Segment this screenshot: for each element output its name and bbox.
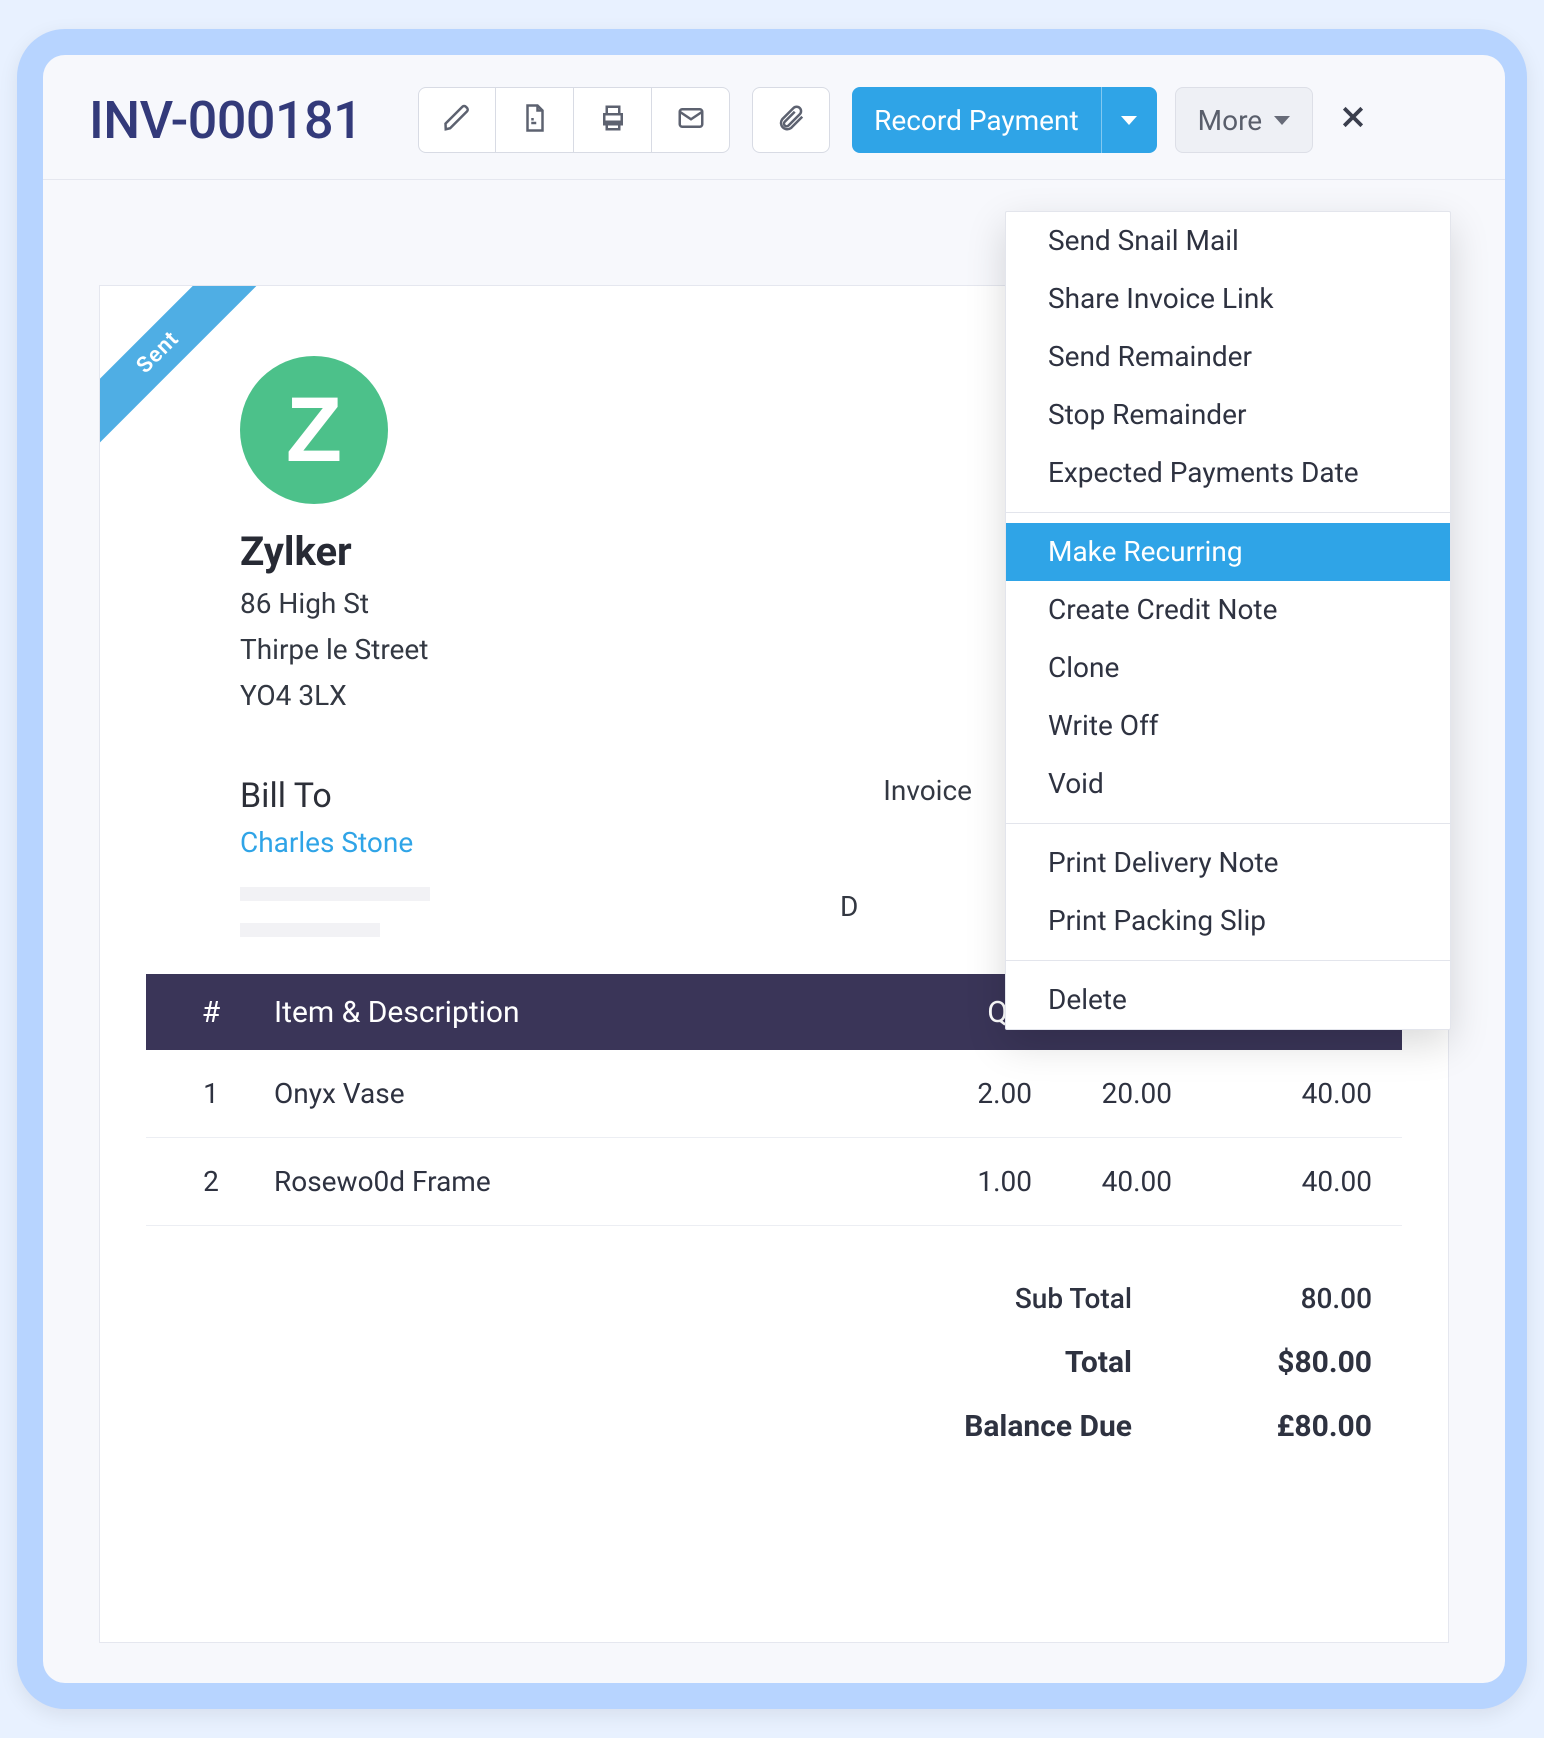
dropdown-item[interactable]: Create Credit Note [1006,581,1450,639]
dropdown-item[interactable]: Write Off [1006,697,1450,755]
dropdown-item[interactable]: Send Snail Mail [1006,212,1450,270]
dropdown-item[interactable]: Void [1006,755,1450,813]
cell-qty: 1.00 [912,1165,1032,1198]
company-block: Zylker 86 High St Thirpe le Street YO4 3… [240,528,428,719]
invoice-label: Invoice [883,774,972,807]
app-frame: INV-000181 [17,29,1527,1709]
close-icon [1338,99,1368,141]
dropdown-item[interactable]: Share Invoice Link [1006,270,1450,328]
dropdown-item[interactable]: Clone [1006,639,1450,697]
dropdown-item[interactable]: Delete [1006,971,1450,1029]
dropdown-item[interactable]: Expected Payments Date [1006,444,1450,502]
print-button[interactable] [574,87,652,153]
company-name: Zylker [240,528,428,575]
more-button[interactable]: More [1175,87,1314,153]
dropdown-separator [1006,512,1450,513]
company-addr3: YO4 3LX [240,673,428,719]
th-item: Item & Description [246,995,912,1030]
record-payment-label: Record Payment [852,87,1101,153]
line-items-table: # Item & Description Qty Rate Amount 1On… [146,974,1402,1458]
printer-icon [598,103,628,137]
cell-amount: 40.00 [1172,1165,1372,1198]
toolbar-edit-group [418,87,730,153]
invoice-title: INV-000181 [89,90,362,151]
pdf-button[interactable] [496,87,574,153]
close-button[interactable] [1333,100,1373,140]
placeholder-line [240,887,430,901]
balance-due-label: Balance Due [892,1409,1132,1444]
cell-num: 2 [176,1165,246,1198]
cell-qty: 2.00 [912,1077,1032,1110]
total-value: $80.00 [1202,1345,1372,1380]
th-number: # [176,995,246,1030]
dropdown-item[interactable]: Send Remainder [1006,328,1450,386]
dropdown-item[interactable]: Print Delivery Note [1006,834,1450,892]
table-row: 1Onyx Vase2.0020.0040.00 [146,1050,1402,1138]
cell-amount: 40.00 [1172,1077,1372,1110]
bill-to-name[interactable]: Charles Stone [240,826,430,859]
subtotal-label: Sub Total [892,1282,1132,1315]
cell-item: Rosewo0d Frame [246,1165,912,1198]
dropdown-item[interactable]: Make Recurring [1006,523,1450,581]
status-ribbon: Sent [100,286,259,453]
company-addr2: Thirpe le Street [240,627,428,673]
cell-num: 1 [176,1077,246,1110]
dropdown-item[interactable]: Print Packing Slip [1006,892,1450,950]
pdf-icon [520,103,550,137]
cell-item: Onyx Vase [246,1077,912,1110]
table-row: 2Rosewo0d Frame1.0040.0040.00 [146,1138,1402,1226]
dropdown-item[interactable]: Stop Remainder [1006,386,1450,444]
subtotal-value: 80.00 [1202,1282,1372,1315]
dropdown-separator [1006,960,1450,961]
pencil-icon [442,103,472,137]
more-dropdown: Send Snail MailShare Invoice LinkSend Re… [1005,211,1451,1030]
record-payment-dropdown-toggle[interactable] [1101,87,1157,153]
company-logo: Z [240,356,388,504]
total-label: Total [892,1345,1132,1380]
cell-rate: 40.00 [1032,1165,1172,1198]
invoice-panel: INV-000181 [43,55,1505,1683]
date-label-partial: D [840,890,858,923]
email-button[interactable] [652,87,730,153]
bill-to-label: Bill To [240,776,430,816]
balance-due-value: £80.00 [1202,1409,1372,1444]
edit-button[interactable] [418,87,496,153]
paperclip-icon [776,103,806,137]
record-payment-button[interactable]: Record Payment [852,87,1157,153]
totals-block: Sub Total 80.00 Total $80.00 Balance Due… [146,1266,1402,1458]
company-addr1: 86 High St [240,581,428,627]
placeholder-line [240,923,380,937]
company-logo-letter: Z [286,384,342,476]
bill-to-block: Bill To Charles Stone [240,776,430,937]
cell-rate: 20.00 [1032,1077,1172,1110]
more-label: More [1198,104,1263,137]
attach-button[interactable] [752,87,830,153]
dropdown-separator [1006,823,1450,824]
toolbar: INV-000181 [43,55,1505,180]
mail-icon [676,103,706,137]
